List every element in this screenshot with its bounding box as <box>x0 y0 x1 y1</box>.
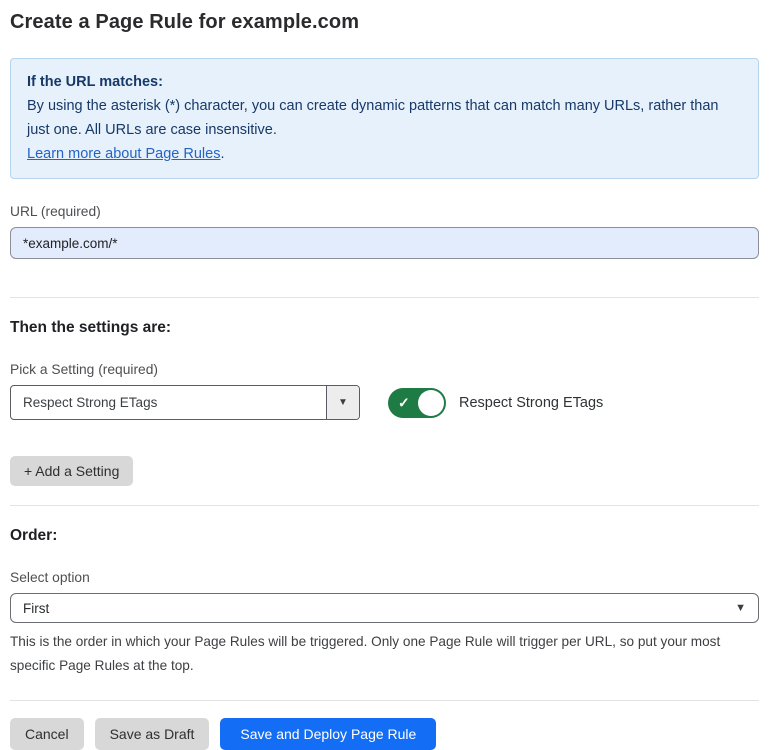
info-box-link-line: Learn more about Page Rules. <box>27 142 742 166</box>
order-section-heading: Order: <box>10 527 759 545</box>
check-icon: ✓ <box>398 394 410 411</box>
add-setting-button[interactable]: + Add a Setting <box>10 456 133 486</box>
order-select-label: Select option <box>10 570 759 585</box>
order-select[interactable]: First ▼ <box>10 593 759 623</box>
page-rule-form: Create a Page Rule for example.com If th… <box>0 0 769 750</box>
setting-select-arrow-box[interactable]: ▼ <box>326 386 359 419</box>
info-box-heading: If the URL matches: <box>27 70 742 94</box>
divider <box>10 297 759 298</box>
settings-section-heading: Then the settings are: <box>10 319 759 337</box>
learn-more-link[interactable]: Learn more about Page Rules <box>27 146 220 162</box>
divider <box>10 700 759 701</box>
setting-select-value: Respect Strong ETags <box>11 386 326 419</box>
chevron-down-icon: ▼ <box>735 602 746 614</box>
page-title: Create a Page Rule for example.com <box>10 11 759 34</box>
toggle-knob <box>418 390 444 416</box>
toggle-label: Respect Strong ETags <box>459 395 603 411</box>
order-select-value: First <box>23 601 735 616</box>
save-and-deploy-button[interactable]: Save and Deploy Page Rule <box>220 718 436 750</box>
setting-select[interactable]: Respect Strong ETags ▼ <box>10 385 360 420</box>
footer-actions: Cancel Save as Draft Save and Deploy Pag… <box>10 718 759 750</box>
order-help-text: This is the order in which your Page Rul… <box>10 630 755 678</box>
divider <box>10 505 759 506</box>
setting-toggle[interactable]: ✓ <box>388 388 446 418</box>
url-field-label: URL (required) <box>10 204 759 219</box>
dropdown-arrow-icon: ▼ <box>338 397 348 408</box>
info-box-body: By using the asterisk (*) character, you… <box>27 94 742 142</box>
link-suffix: . <box>220 146 224 162</box>
setting-row: Respect Strong ETags ▼ ✓ Respect Strong … <box>10 385 759 420</box>
cancel-button[interactable]: Cancel <box>10 718 84 750</box>
pick-setting-label: Pick a Setting (required) <box>10 362 759 377</box>
url-input[interactable] <box>10 227 759 259</box>
save-as-draft-button[interactable]: Save as Draft <box>95 718 210 750</box>
url-matches-info-box: If the URL matches: By using the asteris… <box>10 58 759 179</box>
